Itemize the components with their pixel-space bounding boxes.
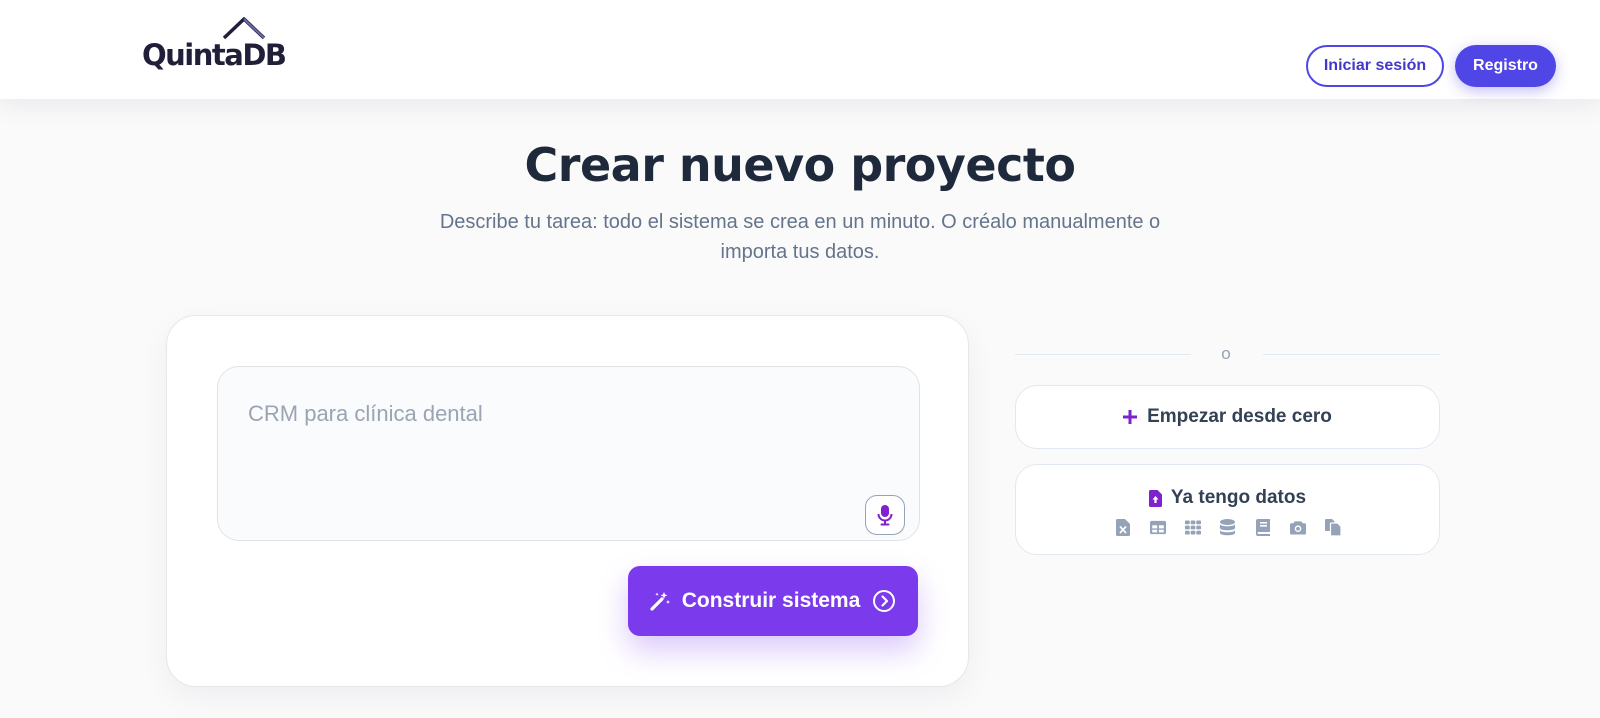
plus-icon xyxy=(1123,410,1138,424)
grid-icon xyxy=(1184,518,1201,536)
data-source-icons xyxy=(1016,518,1439,536)
login-button[interactable]: Iniciar sesión xyxy=(1306,45,1444,87)
excel-file-icon xyxy=(1115,518,1131,536)
table-icon xyxy=(1149,518,1166,536)
build-system-label: Construir sistema xyxy=(681,589,861,612)
camera-icon xyxy=(1289,518,1306,536)
voice-input-button[interactable] xyxy=(865,495,905,535)
book-icon xyxy=(1255,518,1271,536)
register-button[interactable]: Registro xyxy=(1455,45,1556,87)
file-upload-icon xyxy=(1148,489,1162,507)
import-data-button[interactable]: Ya tengo datos xyxy=(1015,464,1440,555)
copy-files-icon xyxy=(1324,518,1341,536)
import-data-label: Ya tengo datos xyxy=(1170,487,1307,508)
register-button-label: Registro xyxy=(1473,57,1538,74)
arrow-circle-right-icon xyxy=(872,589,896,613)
or-divider-text: o xyxy=(1221,344,1231,363)
microphone-icon xyxy=(877,504,893,526)
database-icon xyxy=(1220,518,1236,536)
logo-text: QuintaDB xyxy=(142,38,287,72)
page-title: Crear nuevo proyecto xyxy=(524,138,1076,192)
login-button-label: Iniciar sesión xyxy=(1323,57,1427,74)
ai-builder-card: Construir sistema xyxy=(166,315,969,687)
import-data-header: Ya tengo datos xyxy=(1016,487,1439,509)
start-from-scratch-label: Empezar desde cero xyxy=(1147,406,1332,427)
prompt-box xyxy=(217,366,920,541)
task-description-input[interactable] xyxy=(218,367,919,540)
magic-wand-icon xyxy=(650,591,670,611)
quintadb-logo[interactable]: QuintaDB xyxy=(142,16,287,72)
start-from-scratch-button[interactable]: Empezar desde cero xyxy=(1015,385,1440,449)
top-navbar: QuintaDB Iniciar sesión Registro xyxy=(0,0,1600,99)
build-system-button[interactable]: Construir sistema xyxy=(628,566,918,636)
divider-line-left xyxy=(1015,354,1191,355)
divider-line-right xyxy=(1263,354,1440,355)
page-subtitle: Describe tu tarea: todo el sistema se cr… xyxy=(439,211,1161,263)
roof-logo-mark xyxy=(222,17,266,40)
